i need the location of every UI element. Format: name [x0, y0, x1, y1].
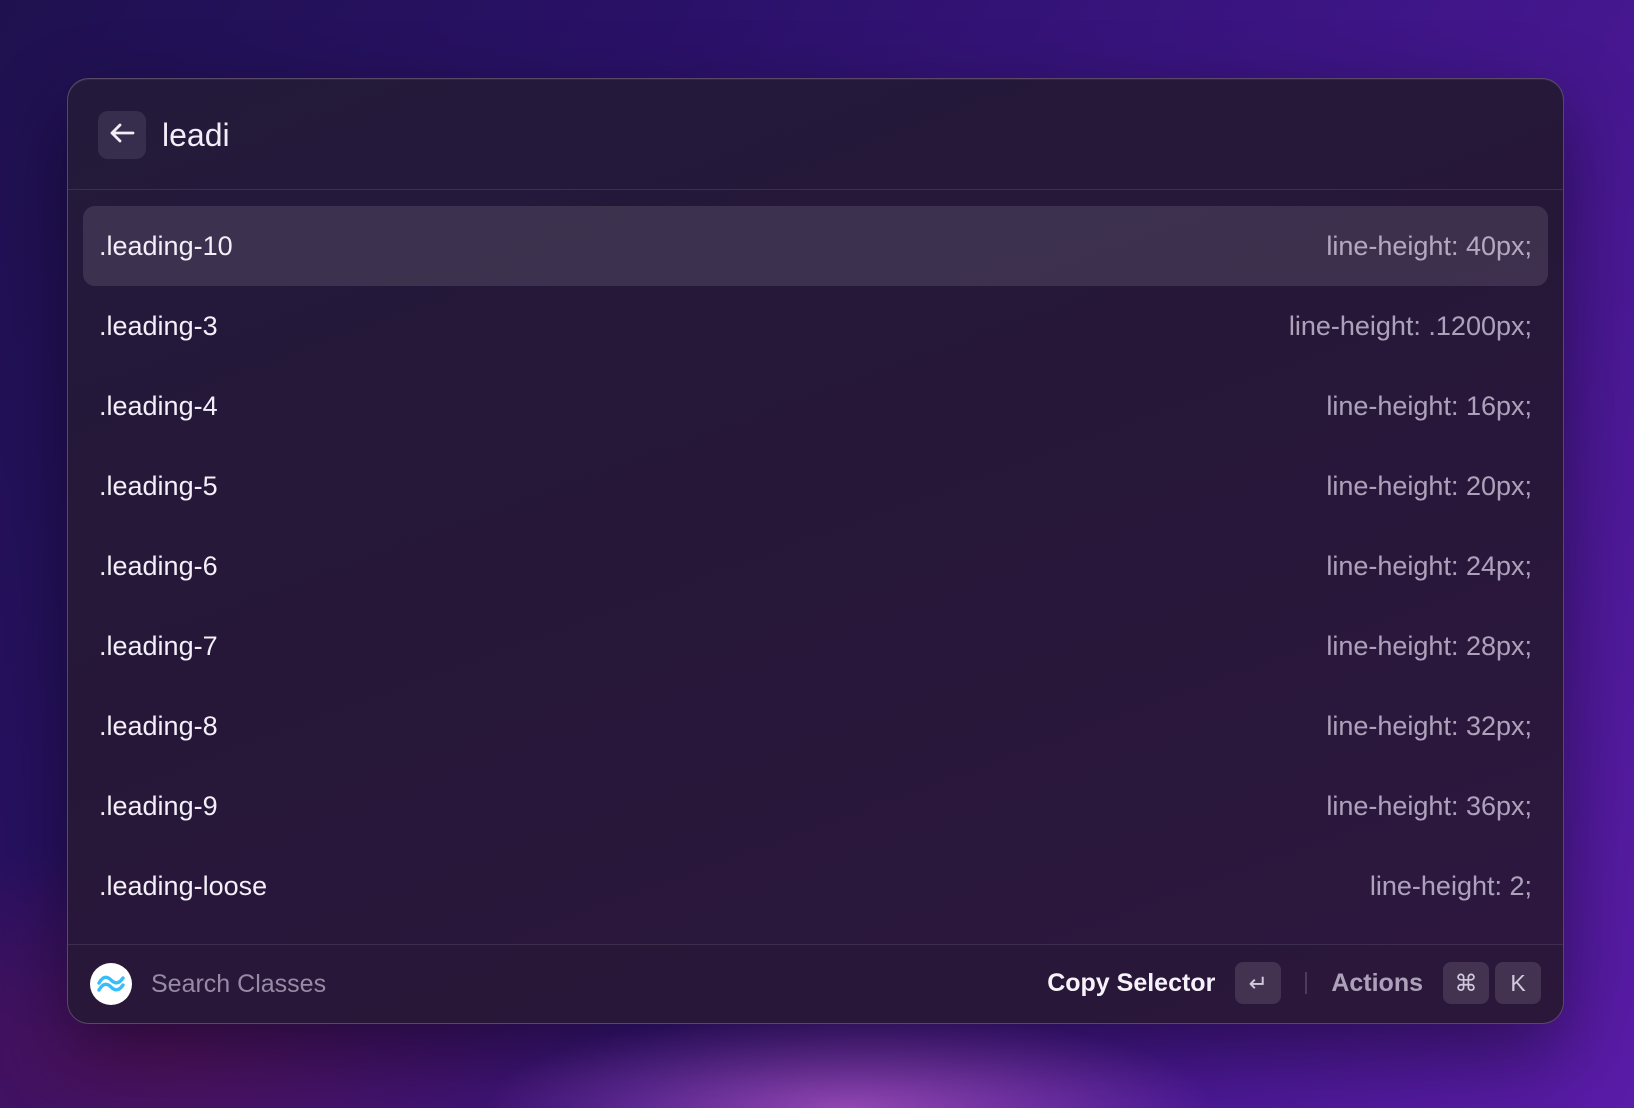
css-declaration: line-height: 16px;	[1326, 390, 1532, 421]
class-selector: .leading-6	[99, 550, 218, 581]
css-declaration: line-height: 2;	[1369, 870, 1532, 901]
css-declaration: line-height: 36px;	[1326, 790, 1532, 821]
list-item[interactable]: .leading-loose line-height: 2;	[83, 846, 1548, 926]
search-header	[68, 79, 1563, 190]
list-item[interactable]: .leading-10 line-height: 40px;	[83, 206, 1548, 286]
extension-window: .leading-10 line-height: 40px; .leading-3 l…	[67, 78, 1564, 1024]
footer-actions: Copy Selector ↵ Actions ⌘ K	[1047, 961, 1541, 1005]
class-selector: .leading-9	[99, 790, 218, 821]
css-declaration: line-height: 40px;	[1326, 230, 1532, 261]
class-selector: .leading-8	[99, 710, 218, 741]
command-key-icon: ⌘	[1443, 962, 1489, 1004]
action-bar: Search Classes Copy Selector ↵ Actions ⌘…	[68, 944, 1563, 1023]
search-input[interactable]	[162, 113, 1362, 157]
list-item[interactable]: .leading-6 line-height: 24px;	[83, 526, 1548, 606]
css-declaration: line-height: 32px;	[1326, 710, 1532, 741]
tailwind-logo-icon	[90, 963, 132, 1005]
back-button[interactable]	[98, 111, 146, 159]
class-selector: .leading-7	[99, 630, 218, 661]
class-selector: .leading-loose	[99, 870, 268, 901]
results-list: .leading-10 line-height: 40px; .leading-3 l…	[83, 206, 1548, 926]
copy-selector-button[interactable]: Copy Selector	[1047, 969, 1215, 998]
list-item[interactable]: .leading-4 line-height: 16px;	[83, 366, 1548, 446]
navigation-title: Search Classes	[151, 970, 327, 998]
class-selector: .leading-3	[99, 310, 218, 341]
class-selector: .leading-4	[99, 390, 218, 421]
class-selector: .leading-5	[99, 470, 218, 501]
list-item[interactable]: .leading-3 line-height: .1200px;	[83, 286, 1548, 366]
css-declaration: line-height: 20px;	[1326, 470, 1532, 501]
class-selector: .leading-10	[99, 230, 233, 261]
css-declaration: line-height: 28px;	[1326, 630, 1532, 661]
divider	[1305, 972, 1308, 994]
return-key-icon: ↵	[1235, 962, 1282, 1004]
list-item[interactable]: .leading-8 line-height: 32px;	[83, 686, 1548, 766]
list-item[interactable]: .leading-5 line-height: 20px;	[83, 446, 1548, 526]
actions-button[interactable]: Actions	[1331, 969, 1423, 998]
list-item[interactable]: .leading-9 line-height: 36px;	[83, 766, 1548, 846]
arrow-left-icon	[109, 123, 135, 148]
list-item[interactable]: .leading-7 line-height: 28px;	[83, 606, 1548, 686]
k-key: K	[1495, 962, 1541, 1004]
css-declaration: line-height: 24px;	[1326, 550, 1532, 581]
css-declaration: line-height: .1200px;	[1288, 310, 1532, 341]
